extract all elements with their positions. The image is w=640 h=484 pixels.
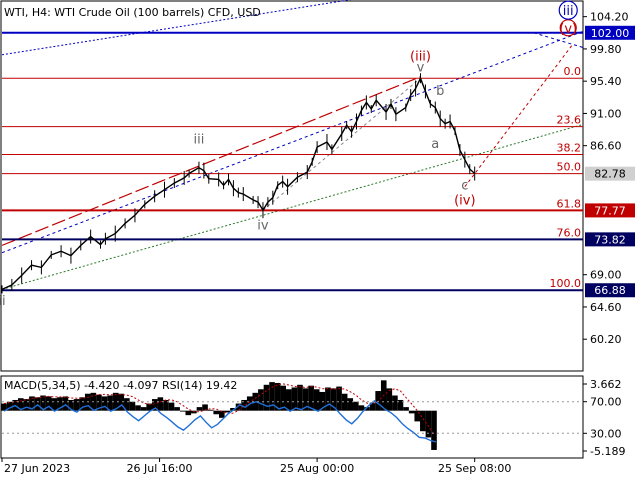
wave-label: c — [461, 179, 468, 194]
fib-level-label: 100.0 — [550, 277, 582, 290]
macd-bar — [179, 410, 186, 412]
wave-label: v — [417, 61, 425, 76]
macd-bar — [325, 387, 331, 411]
indicator-tick-label: 3.662 — [590, 378, 622, 391]
macd-bar — [341, 393, 348, 411]
macd-bar — [62, 396, 69, 411]
macd-bar — [291, 387, 298, 411]
macd-bar — [431, 410, 437, 450]
indicator-tick-label: 30.00 — [590, 427, 622, 440]
price-tick-label: 69.00 — [590, 269, 622, 282]
price-tick-label: 104.20 — [590, 11, 629, 24]
fib-level-label: 23.6 — [557, 114, 582, 127]
wave-label: iii — [194, 132, 205, 147]
macd-bar — [313, 389, 320, 411]
macd-bar — [408, 410, 415, 414]
fib-level-label: 0.0 — [564, 65, 582, 78]
price-badge-label: 82.78 — [594, 168, 626, 181]
price-badge-label: 77.77 — [594, 204, 626, 217]
macd-bar — [23, 399, 30, 411]
macd-bar — [168, 402, 175, 411]
fib-level-label: 76.0 — [557, 226, 582, 239]
price-tick-label: 95.40 — [590, 75, 622, 88]
indicator-tick-label: -5.189 — [590, 445, 625, 458]
chart-window: 0.0 23.6 38.2 50.0 61.8 76.0 100.0 ii iii iv (iii… — [0, 0, 640, 480]
macd-bar — [386, 388, 393, 411]
fib-level-label: 50.0 — [557, 161, 582, 174]
price-badge-label: 102.00 — [591, 27, 630, 40]
price-badge-label: 73.82 — [594, 233, 626, 246]
time-tick-label: 27 Jun 2023 — [4, 462, 70, 475]
macd-bar — [140, 407, 147, 411]
macd-bar — [118, 393, 125, 411]
macd-bar — [336, 386, 342, 411]
price-badge-label: 66.88 — [594, 284, 626, 297]
wave-label: (iv) — [454, 193, 475, 208]
indicator-title: MACD(5,34,5) -4.420 -4.097 RSI(14) 19.42 — [4, 379, 237, 392]
macd-bar — [258, 389, 264, 411]
macd-bar — [207, 409, 214, 411]
price-tick-label: 86.60 — [590, 140, 622, 153]
macd-bar — [157, 397, 164, 411]
fib-level-label: 61.8 — [557, 197, 582, 210]
macd-bar — [286, 389, 292, 411]
macd-bar — [392, 395, 398, 411]
time-tick-label: 25 Sep 08:00 — [438, 462, 511, 475]
macd-bar — [185, 410, 192, 416]
price-tick-label: 99.80 — [590, 43, 622, 56]
wave-label: a — [431, 137, 439, 152]
wave-label: iv — [257, 218, 269, 233]
macd-bar — [196, 407, 203, 411]
chart-canvas[interactable]: 0.023.638.250.061.876.0100.0 iiiiiiv(iii… — [0, 0, 640, 480]
time-tick-label: 25 Aug 00:00 — [280, 462, 354, 475]
macd-bar — [73, 399, 80, 411]
wave-label: ii — [0, 294, 6, 309]
indicator-tick-label: 70.00 — [590, 396, 622, 409]
macd-bar — [84, 393, 91, 411]
wave-label: iii — [563, 4, 574, 19]
time-tick-label: 26 Jul 16:00 — [127, 462, 193, 475]
macd-bar — [129, 401, 136, 411]
macd-bar — [414, 410, 421, 422]
macd-bar — [135, 405, 141, 411]
macd-bar — [358, 405, 365, 411]
fib-level-label: 38.2 — [557, 141, 582, 154]
macd-bar — [297, 384, 303, 411]
wave-label: b — [436, 84, 444, 99]
macd-bar — [353, 401, 359, 411]
chart-title: WTI, H4: WTI Crude Oil (100 barrels) CFD… — [4, 6, 261, 19]
macd-bar — [213, 410, 220, 415]
macd-bar — [34, 397, 41, 411]
macd-bar — [403, 407, 409, 411]
price-tick-label: 91.00 — [590, 107, 622, 120]
macd-bar — [174, 407, 180, 411]
macd-bar — [347, 398, 354, 411]
wave-label: (v) — [559, 22, 577, 37]
price-tick-label: 64.60 — [590, 301, 622, 314]
price-tick-label: 60.20 — [590, 333, 622, 346]
macd-bar — [420, 410, 426, 432]
